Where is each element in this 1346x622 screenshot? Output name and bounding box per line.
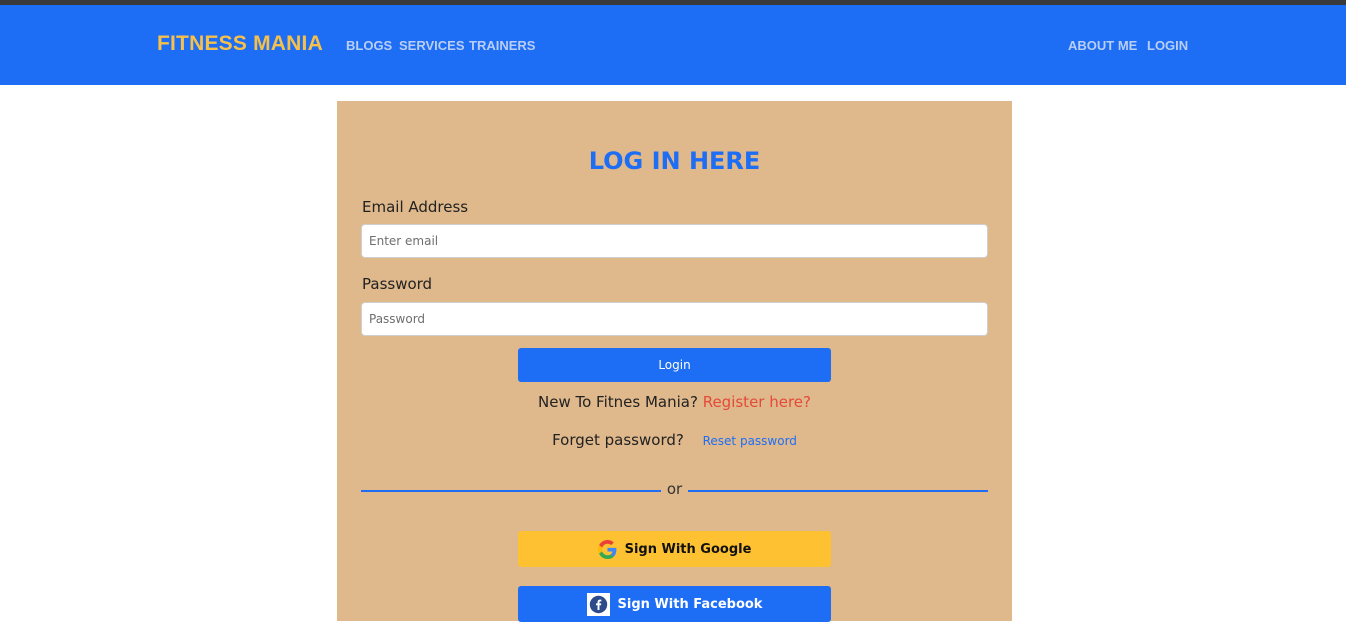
reset-password-link[interactable]: Reset password [703,434,797,448]
password-label: Password [362,275,433,293]
nav-link-login[interactable]: LOGIN [1147,38,1188,53]
new-user-text: New To Fitnes Mania? [538,393,698,411]
google-button-label: Sign With Google [624,541,752,557]
forgot-row: Forget password? Reset password [337,431,1012,449]
login-card: LOG IN HERE Email Address Password Login… [337,101,1012,622]
nav-link-about-me[interactable]: ABOUT ME [1068,38,1137,53]
facebook-icon [586,592,610,616]
page-title: LOG IN HERE [588,147,761,175]
login-button[interactable]: Login [518,348,831,382]
brand-logo[interactable]: FITNESS MANIA [157,32,323,56]
navbar: FITNESS MANIA BLOGS SERVICES TRAINERS AB… [0,5,1346,85]
google-signin-button[interactable]: Sign With Google [518,531,831,567]
register-link[interactable]: Register here? [703,393,811,411]
nav-link-trainers[interactable]: TRAINERS [469,38,535,53]
register-row: New To Fitnes Mania? Register here? [337,393,1012,411]
divider-or: or [666,480,683,498]
divider-line-right [688,490,988,492]
facebook-button-label: Sign With Facebook [617,596,763,612]
nav-link-services[interactable]: SERVICES [399,38,465,53]
email-label: Email Address [362,198,469,216]
email-field[interactable] [361,224,988,258]
forgot-text: Forget password? [552,431,684,449]
google-icon [597,539,617,559]
password-field[interactable] [361,302,988,336]
facebook-signin-button[interactable]: Sign With Facebook [518,586,831,622]
nav-link-blogs[interactable]: BLOGS [346,38,392,53]
